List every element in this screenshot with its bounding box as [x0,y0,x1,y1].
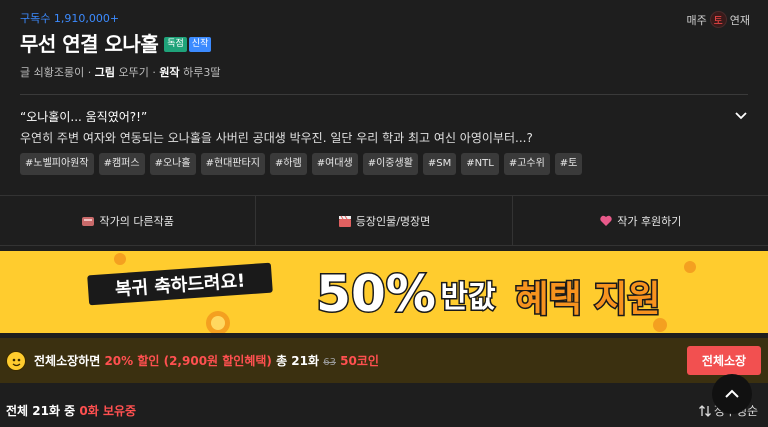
divider [20,94,748,95]
schedule-info: 매주 토 연재 [686,11,750,28]
purchase-prefix: 전체소장하면 [34,354,101,368]
promo-banner[interactable]: 복귀 축하드려요! 50% 반값 혜택 지원 [0,251,768,333]
tag-item[interactable]: #노벨피아원작 [20,153,94,175]
artist-name[interactable]: 오뚜기 [118,66,148,79]
menu-label: 등장인물/명장면 [355,214,431,228]
owned-count: 0화 보유중 [79,404,137,418]
series-title: 무선 연결 오나홀 [20,32,159,56]
description-body: 우연히 주변 여자와 연동되는 오나홀을 사버린 공대생 박우진. 일단 우리 … [20,131,533,145]
heart-gift-icon [600,215,612,226]
day-badge: 토 [709,11,727,28]
banner-half-price: 반값 [440,280,496,315]
menu-support-author[interactable]: 작가 후원하기 [513,196,768,245]
new-badge: 신작 [188,36,212,52]
tag-item[interactable]: #현대판타지 [200,153,265,175]
tag-item[interactable]: #이중생활 [362,153,418,175]
banner-benefit: 혜택 지원 [515,279,660,320]
episode-list-header: 전체 21화 중 0화 보유중 정주행순 [0,390,768,427]
menu-other-works[interactable]: 작가의 다른작품 [0,196,257,245]
buy-all-button[interactable]: 전체소장 [687,346,761,375]
banner-percent: 50% [316,265,436,323]
purchase-bar: 전체소장하면 20% 할인 (2,900원 할인혜택) 총 21화 63 50코… [0,338,768,383]
tag-item[interactable]: #오나홀 [149,153,196,175]
tag-item[interactable]: #토 [554,153,583,175]
tag-item[interactable]: #NTL [461,153,499,175]
description-headline: “오나홀이... 움직였어?!” [20,110,148,124]
episode-count: 전체 21화 중 0화 보유중 [6,402,136,419]
writer-label: 글 [20,66,31,79]
writer-name[interactable]: 쇠황조롱이 [34,66,85,79]
scroll-to-top-button[interactable] [712,374,752,414]
clapperboard-icon [338,215,351,227]
sort-icon [698,404,711,417]
tag-item[interactable]: #여대생 [311,153,358,175]
subscriber-count: 구독수 1,910,000+ [20,12,120,25]
artist-label: 그림 [94,66,115,79]
book-stack-icon [82,216,95,226]
title-row: 무선 연결 오나홀 독점 신작 [20,32,748,56]
tag-item[interactable]: #SM [422,153,457,175]
schedule-suffix: 연재 [729,13,750,27]
schedule-prefix: 매주 [686,13,707,27]
chevron-up-icon [725,389,739,398]
tag-item[interactable]: #하렘 [269,153,307,175]
tag-list: #노벨피아원작 #캠퍼스 #오나홀 #현대판타지 #하렘 #여대생 #이중생활 … [20,153,583,175]
tag-item[interactable]: #캠퍼스 [98,153,145,175]
action-menu: 작가의 다른작품 등장인물/명장면 작가 후원하기 [0,195,768,246]
credits: 글 쇠황조롱이 · 그림 오뚜기 · 원작 하루3딸 [20,66,221,79]
menu-label: 작가의 다른작품 [99,214,174,228]
menu-characters[interactable]: 등장인물/명장면 [256,196,513,245]
original-label: 원작 [159,66,180,79]
menu-label: 작가 후원하기 [617,214,682,228]
episode-total: 전체 21화 중 [6,404,76,418]
tag-item[interactable]: #고수위 [503,153,550,175]
exclusive-badge: 독점 [164,36,187,52]
original-price: 63 [323,357,336,368]
discount-price: 50코인 [340,354,379,368]
purchase-total: 총 21화 [276,354,320,368]
promo-banner-art: 복귀 축하드려요! 50% 반값 혜택 지원 [87,253,696,333]
original-author[interactable]: 하루3딸 [183,66,220,79]
smile-coin-icon [6,350,26,371]
purchase-text: 전체소장하면 20% 할인 (2,900원 할인혜택) 총 21화 63 50코… [34,352,379,369]
webtoon-detail-page: 구독수 1,910,000+ 매주 토 연재 무선 연결 오나홀 독점 신작 글… [0,0,768,427]
chevron-down-icon[interactable] [734,108,748,122]
purchase-discount: 20% 할인 (2,900원 할인혜택) [104,354,272,368]
